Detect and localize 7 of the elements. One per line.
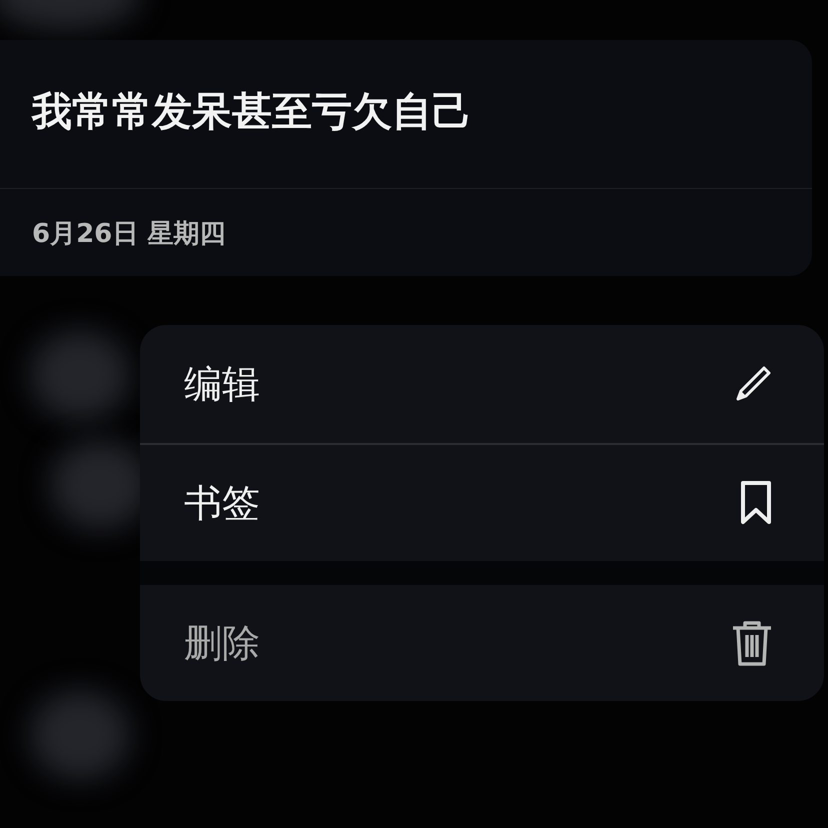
note-date: 6月26日 星期四	[31, 218, 226, 251]
edit-menu-item[interactable]: 编辑	[140, 325, 824, 443]
note-title: 我常常发呆甚至亏欠自己	[30, 88, 473, 137]
bookmark-icon	[738, 480, 774, 526]
delete-menu-item[interactable]: 删除	[140, 585, 824, 701]
bookmark-menu-item[interactable]: 书签	[140, 443, 824, 561]
note-card[interactable]: 我常常发呆甚至亏欠自己 6月26日 星期四	[0, 40, 812, 276]
